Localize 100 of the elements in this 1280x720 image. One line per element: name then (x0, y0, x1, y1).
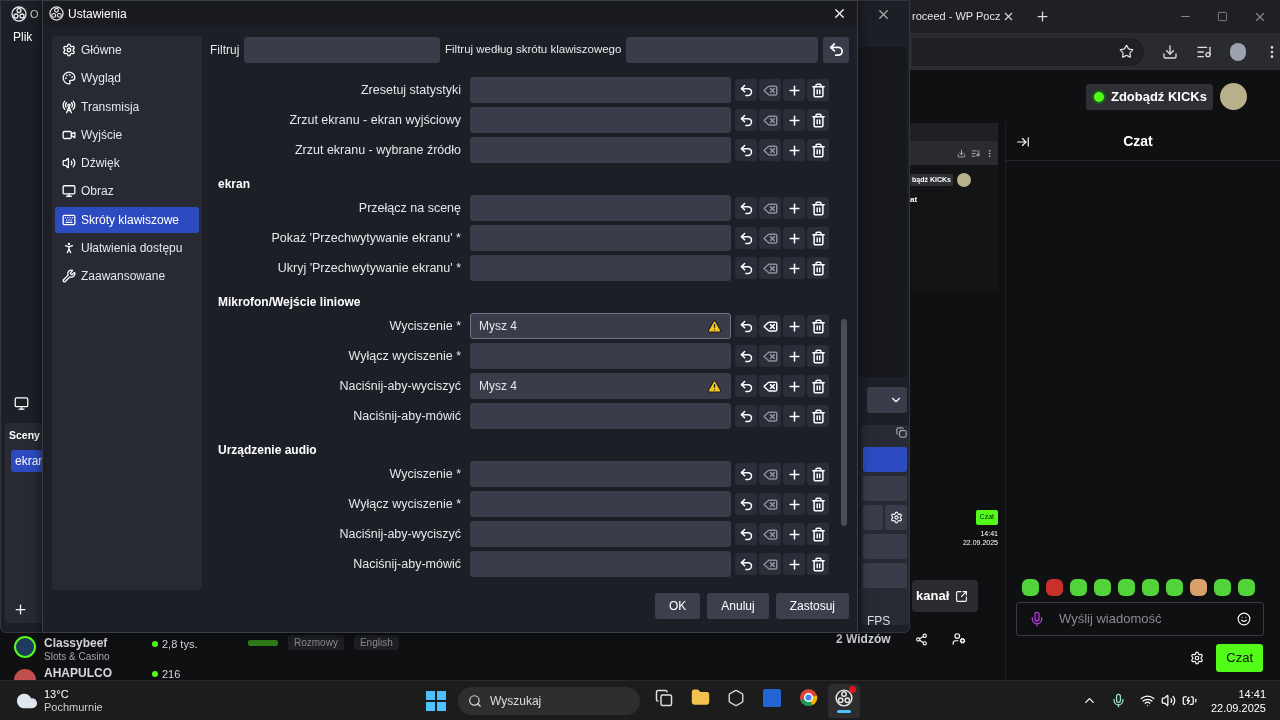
revert-button[interactable] (735, 197, 757, 219)
add-button[interactable] (783, 493, 805, 515)
taskbar-app[interactable] (828, 683, 860, 718)
chat-send-button[interactable]: Czat (1216, 644, 1263, 672)
emote-icon[interactable] (1238, 579, 1255, 596)
delete-button[interactable] (807, 345, 829, 367)
user-avatar[interactable] (1220, 83, 1247, 110)
sidebar-item[interactable]: Ułatwienia dostępu (55, 235, 199, 262)
add-button[interactable] (783, 315, 805, 337)
hotkey-filter-field[interactable] (626, 36, 818, 63)
hotkey-field[interactable] (470, 107, 731, 133)
revert-button[interactable] (735, 257, 757, 279)
sidebar-item[interactable]: Obraz (55, 178, 199, 205)
sidebar-item[interactable]: Dźwięk (55, 150, 199, 177)
emote-icon[interactable] (1166, 579, 1183, 596)
delete-button[interactable] (807, 227, 829, 249)
message-field[interactable]: Wyślij wiadomość (1016, 602, 1264, 636)
hotkey-field[interactable] (470, 195, 731, 221)
hotkey-field[interactable] (470, 137, 731, 163)
reset-filter-button[interactable] (823, 36, 849, 63)
delete-button[interactable] (807, 375, 829, 397)
sidebar-item[interactable]: Transmisja (55, 93, 199, 120)
sidebar-item[interactable]: Skróty klawiszowe (55, 206, 199, 233)
browser-tab[interactable]: roceed - WP Pocz (912, 8, 1001, 25)
add-button[interactable] (783, 345, 805, 367)
dialog-button[interactable]: Anuluj (707, 592, 769, 619)
sidebar-item[interactable]: Wygląd (55, 65, 199, 92)
hotkey-field[interactable]: Mysz 4 (470, 313, 731, 339)
dialog-button[interactable]: OK (654, 592, 701, 619)
hotkey-field[interactable] (470, 403, 731, 429)
add-button[interactable] (783, 109, 805, 131)
revert-button[interactable] (735, 553, 757, 575)
emote-icon[interactable] (1094, 579, 1111, 596)
hotkey-field[interactable] (470, 225, 731, 251)
settings-button[interactable] (885, 505, 907, 530)
revert-button[interactable] (735, 405, 757, 427)
emote-icon[interactable] (1142, 579, 1159, 596)
channel-button[interactable]: kanał (912, 580, 979, 612)
hotkey-field[interactable]: Mysz 4 (470, 373, 731, 399)
emote-icon[interactable] (1118, 579, 1135, 596)
hotkey-label: Naciśnij-aby-wyciszyć (338, 377, 461, 395)
revert-button[interactable] (735, 315, 757, 337)
revert-button[interactable] (735, 375, 757, 397)
revert-button[interactable] (735, 139, 757, 161)
dialog-button[interactable]: Zastosuj (775, 592, 849, 619)
delete-button[interactable] (807, 139, 829, 161)
channel-avatar[interactable] (14, 636, 36, 658)
delete-button[interactable] (807, 109, 829, 131)
add-button[interactable] (783, 139, 805, 161)
hotkey-field[interactable] (470, 551, 731, 577)
category-tag[interactable]: English (353, 635, 399, 650)
emote-icon[interactable] (1190, 579, 1207, 596)
add-button[interactable] (783, 553, 805, 575)
hotkey-field[interactable] (470, 491, 731, 517)
search-button[interactable]: Wyszukaj (458, 686, 640, 715)
hotkey-field[interactable] (470, 461, 731, 487)
delete-button[interactable] (807, 197, 829, 219)
clear-button[interactable] (759, 315, 781, 337)
hotkey-field[interactable] (470, 521, 731, 547)
add-button[interactable] (783, 257, 805, 279)
add-button[interactable] (783, 79, 805, 101)
filter-field[interactable] (244, 36, 440, 63)
revert-button[interactable] (735, 345, 757, 367)
hotkey-field[interactable] (470, 343, 731, 369)
revert-button[interactable] (735, 463, 757, 485)
menu-item[interactable]: Plik (13, 28, 33, 46)
revert-button[interactable] (735, 227, 757, 249)
hotkey-field[interactable] (470, 77, 731, 103)
revert-button[interactable] (735, 109, 757, 131)
channel-name[interactable]: Classybeef (44, 636, 144, 650)
profile-avatar[interactable] (1230, 42, 1246, 61)
channel-name[interactable]: AHAPULCO (44, 666, 144, 680)
delete-button[interactable] (807, 553, 829, 575)
delete-button[interactable] (807, 405, 829, 427)
add-button[interactable] (783, 405, 805, 427)
add-button[interactable] (783, 523, 805, 545)
sidebar-item[interactable]: Główne (55, 37, 199, 63)
emote-icon[interactable] (1070, 579, 1087, 596)
sidebar-item[interactable]: Zaawansowane (55, 263, 199, 290)
delete-button[interactable] (807, 79, 829, 101)
delete-button[interactable] (807, 315, 829, 337)
start-icon[interactable] (426, 690, 446, 711)
delete-button[interactable] (807, 463, 829, 485)
add-button[interactable] (783, 197, 805, 219)
emote-icon[interactable] (1214, 579, 1231, 596)
sidebar-item[interactable]: Wyjście (55, 121, 199, 148)
revert-button[interactable] (735, 493, 757, 515)
category-tag[interactable]: Rozmowy (288, 635, 344, 650)
clear-button[interactable] (759, 375, 781, 397)
add-button[interactable] (783, 375, 805, 397)
emote-icon[interactable] (1022, 579, 1039, 596)
delete-button[interactable] (807, 523, 829, 545)
add-button[interactable] (783, 463, 805, 485)
delete-button[interactable] (807, 493, 829, 515)
revert-button[interactable] (735, 523, 757, 545)
add-button[interactable] (783, 227, 805, 249)
delete-button[interactable] (807, 257, 829, 279)
kicks-button[interactable]: Zdobądź KICKs (1085, 83, 1213, 110)
hotkey-field[interactable] (470, 255, 731, 281)
revert-button[interactable] (735, 79, 757, 101)
